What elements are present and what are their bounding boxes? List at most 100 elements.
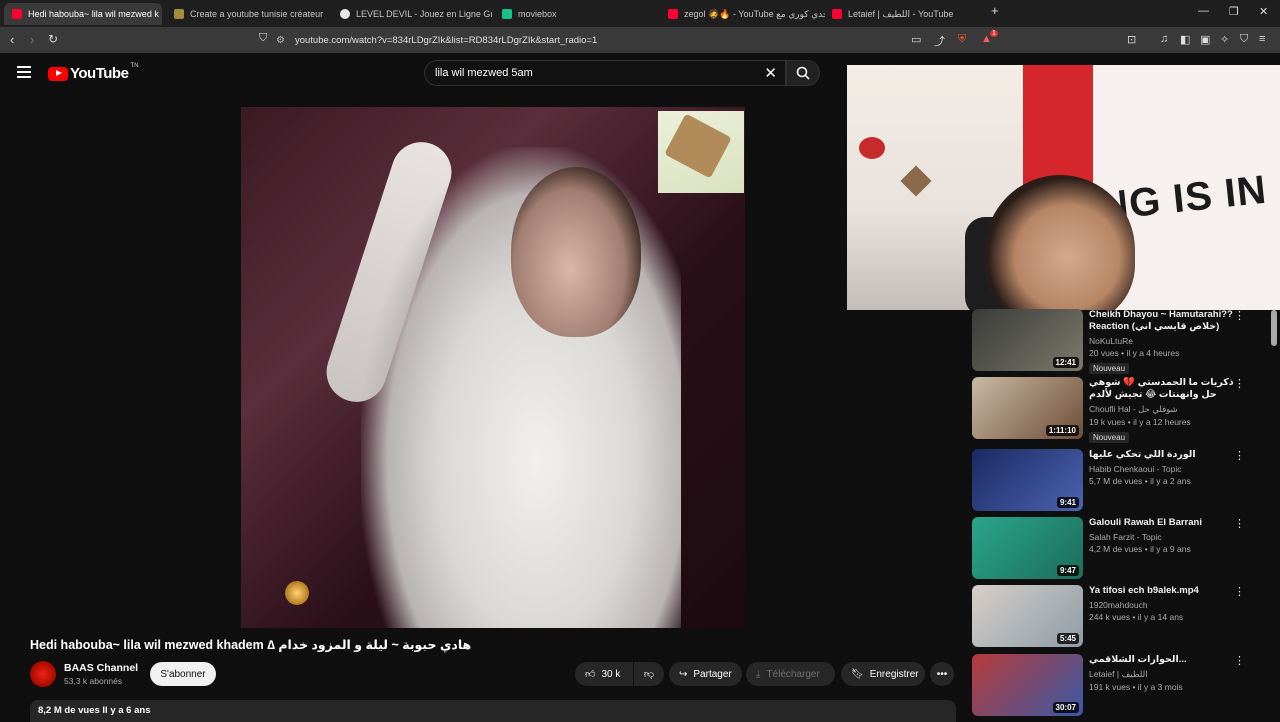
video-duration: 1:11:10	[1045, 425, 1079, 436]
video-title[interactable]: الوردة اللي تحكي عليها	[1089, 449, 1239, 461]
recommended-video[interactable]: 1:11:10 ذكريات ما الحمدستي 💔 شوهي حل وانه…	[972, 377, 1272, 443]
forward-icon[interactable]: ›	[30, 32, 34, 47]
minimize-icon[interactable]: —	[1198, 5, 1209, 17]
video-title[interactable]: الحوارات الشلاقمي...	[1089, 654, 1239, 666]
recommended-video[interactable]: 5:45 Ya tifosi ech b9alek.mp4 1920mahdouch…	[972, 585, 1272, 651]
video-thumbnail[interactable]: 12:41	[972, 309, 1083, 371]
save-label: Enregistrer	[869, 668, 919, 680]
webcam-overlay: ING IS IN	[847, 65, 1280, 310]
video-duration: 9:47	[1056, 565, 1079, 576]
video-thumbnail[interactable]: 9:47	[972, 517, 1083, 579]
video-thumbnail[interactable]: 5:45	[972, 585, 1083, 647]
maximize-icon[interactable]: ❐	[1229, 5, 1239, 18]
video-meta: 244 k vues • il y a 14 ans	[1089, 612, 1184, 622]
youtube-favicon-icon	[12, 9, 22, 19]
video-overlay-image	[658, 111, 744, 193]
video-title[interactable]: Ya tifosi ech b9alek.mp4	[1089, 585, 1239, 597]
channel-name[interactable]: Letaief | اللطيف	[1089, 669, 1239, 680]
more-vert-icon[interactable]: ⋮	[1234, 585, 1245, 598]
video-title: Hedi habouba~ lila wil mezwed khadem ∆ ه…	[30, 638, 472, 652]
share-icon: ↪	[679, 668, 688, 680]
video-actions-row: BAAS Channel 53,3 k abonnés S'abonner 👍︎…	[30, 661, 960, 689]
more-vert-icon[interactable]: ⋮	[1234, 449, 1245, 462]
recommended-video[interactable]: 30:07 الحوارات الشلاقمي... Letaief | اللطي…	[972, 654, 1272, 720]
scrollbar[interactable]	[1271, 310, 1277, 346]
youtube-logo[interactable]: YouTube TN	[48, 62, 139, 82]
recommended-video[interactable]: 12:41 Cheikh Dhayou ~ Hamutarahi?? Reacti…	[972, 309, 1272, 375]
video-meta: 191 k vues • il y a 3 mois	[1089, 682, 1183, 692]
search-button[interactable]	[786, 60, 820, 86]
video-thumbnail[interactable]: 30:07	[972, 654, 1083, 716]
channel-name[interactable]: Choufli Hal - شوفلي حل	[1089, 404, 1239, 415]
recommended-video[interactable]: 9:47 Galouli Rawah El Barrani Salah Farzit…	[972, 517, 1272, 583]
video-duration: 30:07	[1052, 702, 1079, 713]
music-icon[interactable]: ♫	[1160, 33, 1168, 45]
new-tab-button[interactable]: +	[991, 3, 999, 18]
guide-menu-icon[interactable]	[17, 66, 31, 78]
search-input[interactable]: lila wil mezwed 5am ✕	[424, 60, 786, 86]
like-button[interactable]: 👍︎ 30 k	[575, 662, 633, 686]
youtube-play-icon	[48, 66, 68, 81]
download-label: Télécharger	[766, 668, 820, 680]
share-page-icon[interactable]: ⤴	[934, 33, 945, 49]
reload-icon[interactable]: ↻	[48, 32, 58, 46]
thumbs-down-icon: 👎︎	[643, 669, 655, 680]
logo-region: TN	[130, 62, 139, 69]
more-vert-icon[interactable]: ⋮	[1234, 377, 1245, 390]
share-button[interactable]: ↪ Partager	[669, 662, 742, 686]
recommended-video[interactable]: 9:41 الوردة اللي تحكي عليها Habib Chenkaou…	[972, 449, 1272, 515]
channel-name[interactable]: BAAS Channel	[64, 662, 138, 674]
url-text: youtube.com/watch?v=834rLDgrZIk&list=RD8…	[294, 34, 598, 46]
wall-decoration	[900, 165, 932, 197]
video-player[interactable]	[241, 107, 745, 628]
browser-tab[interactable]: LEVEL DEVIL - Jouez en Ligne Gratuit	[332, 3, 492, 25]
vpn-icon[interactable]: ⛉	[1240, 33, 1248, 46]
channel-name[interactable]: Habib Chenkaoui - Topic	[1089, 464, 1239, 474]
video-duration: 9:41	[1056, 497, 1079, 508]
channel-name[interactable]: Salah Farzit - Topic	[1089, 532, 1239, 542]
video-thumbnail[interactable]: 9:41	[972, 449, 1083, 511]
screenshot-icon[interactable]: ⊡	[1127, 33, 1136, 46]
subscribe-button[interactable]: S'abonner	[150, 662, 216, 686]
close-window-icon[interactable]: ✕	[1259, 5, 1268, 18]
site-settings-icon[interactable]: ⚙	[276, 35, 285, 46]
tab-title: Hedi habouba~ lila wil mezwed k	[28, 9, 159, 19]
address-bar[interactable]: ⚙ youtube.com/watch?v=834rLDgrZIk&list=R…	[276, 30, 876, 50]
new-badge: Nouveau	[1089, 363, 1130, 374]
video-title[interactable]: Galouli Rawah El Barrani	[1089, 517, 1239, 529]
save-button[interactable]: 🔖︎ Enregistrer	[841, 662, 925, 686]
video-title[interactable]: Cheikh Dhayou ~ Hamutarahi?? Reaction (خ…	[1089, 309, 1239, 333]
ai-icon[interactable]: ✧	[1220, 33, 1229, 46]
browser-tab[interactable]: zegol 🧔🔥 - YouTube تحدي كوري مع	[660, 3, 825, 25]
video-thumbnail[interactable]: 1:11:10	[972, 377, 1083, 439]
more-vert-icon[interactable]: ⋮	[1234, 654, 1245, 667]
browser-tab-bar: Hedi habouba~ lila wil mezwed k ✕ Create…	[0, 0, 1280, 27]
video-title[interactable]: ذكريات ما الحمدستي 💔 شوهي حل وانهنتات 😂 …	[1089, 377, 1239, 401]
bookmark-icon[interactable]: ⛉	[259, 32, 267, 45]
more-icon: •••	[936, 668, 948, 680]
more-vert-icon[interactable]: ⋮	[1234, 309, 1245, 322]
video-duration: 12:41	[1052, 357, 1079, 368]
browser-tab[interactable]: Letaief | اللطيف - YouTube	[824, 3, 984, 25]
sidebar-icon[interactable]: ◧	[1180, 33, 1190, 46]
menu-icon[interactable]: ≡	[1259, 33, 1265, 45]
back-icon[interactable]: ‹	[10, 32, 14, 47]
clear-search-icon[interactable]: ✕	[764, 64, 777, 82]
browser-tab[interactable]: moviebox	[494, 3, 654, 25]
youtube-favicon-icon	[832, 9, 842, 19]
dislike-button[interactable]: 👎︎	[634, 662, 664, 686]
channel-avatar[interactable]	[30, 661, 56, 687]
extension-badge: 1	[990, 30, 998, 37]
cast-icon[interactable]: ▭	[911, 33, 921, 46]
more-vert-icon[interactable]: ⋮	[1234, 517, 1245, 530]
browser-tab[interactable]: Create a youtube tunisie créateur de	[166, 3, 326, 25]
browser-tab-active[interactable]: Hedi habouba~ lila wil mezwed k ✕	[4, 3, 162, 25]
description-box[interactable]: 8,2 M de vues Il y a 6 ans	[30, 700, 956, 722]
download-button[interactable]: ⤓ Télécharger	[746, 662, 835, 686]
channel-name[interactable]: NoKuLtuRe	[1089, 336, 1239, 346]
channel-name[interactable]: 1920mahdouch	[1089, 600, 1239, 610]
brave-shield-icon[interactable]: ⛨	[958, 33, 966, 46]
wallet-icon[interactable]: ▣	[1200, 33, 1210, 46]
more-actions-button[interactable]: •••	[930, 662, 954, 686]
tab-title: zegol 🧔🔥 - YouTube تحدي كوري مع	[684, 8, 825, 19]
